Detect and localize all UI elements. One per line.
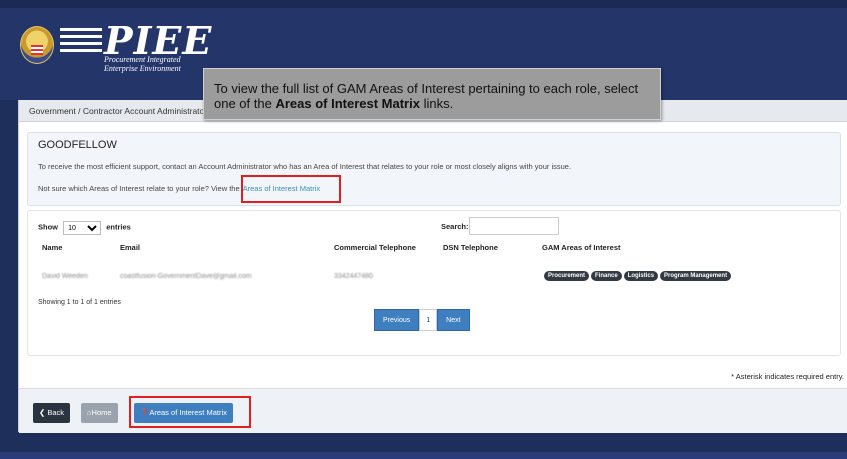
page-1-button[interactable]: 1 bbox=[419, 309, 438, 331]
tooltip-bold-text: Areas of Interest Matrix bbox=[275, 96, 420, 111]
tooltip-text-after: links. bbox=[419, 96, 454, 111]
support-instruction-text: To receive the most efficient support, c… bbox=[38, 162, 572, 171]
goodfellow-title: GOODFELLOW bbox=[38, 139, 117, 151]
back-button[interactable]: ❮ Back bbox=[33, 403, 71, 423]
search-label: Search: bbox=[441, 222, 469, 231]
main-panel: Government / Contractor Account Administ… bbox=[18, 100, 847, 433]
row-email[interactable]: coastfusion-GovernmentDave@gmail.com bbox=[120, 273, 252, 280]
home-label: Home bbox=[91, 408, 112, 417]
showing-entries-text: Showing 1 to 1 of 1 entries bbox=[38, 299, 121, 306]
flag-shield-icon bbox=[31, 45, 43, 55]
show-label: Show bbox=[38, 222, 58, 232]
required-entry-note: * Asterisk indicates required entry. bbox=[731, 372, 844, 381]
highlight-matrix-link bbox=[241, 175, 341, 203]
dod-seal-icon bbox=[20, 26, 54, 64]
goodfellow-info-box: GOODFELLOW To receive the most efficient… bbox=[27, 132, 841, 206]
show-entries: Show 10 entries bbox=[38, 221, 131, 235]
badge-finance: Finance bbox=[591, 271, 622, 281]
row-name: David Weeden bbox=[42, 273, 88, 280]
search-area: Search: bbox=[441, 217, 559, 235]
home-button[interactable]: ⌂Home bbox=[81, 403, 118, 423]
logo-subtitle: Procurement Integrated Enterprise Enviro… bbox=[104, 55, 181, 73]
col-gam-areas[interactable]: GAM Areas of Interest bbox=[542, 243, 621, 252]
col-commercial-telephone[interactable]: Commercial Telephone bbox=[334, 243, 416, 252]
col-name[interactable]: Name bbox=[42, 243, 62, 252]
col-email[interactable]: Email bbox=[120, 243, 140, 252]
logo-lines-icon bbox=[60, 28, 102, 56]
search-input[interactable] bbox=[469, 217, 559, 235]
area-badges: Procurement Finance Logistics Program Ma… bbox=[544, 271, 732, 281]
badge-logistics: Logistics bbox=[623, 271, 659, 281]
matrix-prompt-label: Not sure which Areas of Interest relate … bbox=[38, 184, 240, 193]
footer-bar: ❮ Back ⌂Home ❓Areas of Interest Matrix bbox=[19, 388, 847, 433]
instruction-tooltip: To view the full list of GAM Areas of In… bbox=[203, 68, 661, 120]
previous-button[interactable]: Previous bbox=[374, 309, 420, 331]
badge-procurement: Procurement bbox=[544, 271, 590, 281]
logo-sub-line-1: Procurement Integrated bbox=[104, 55, 181, 64]
entries-select[interactable]: 10 bbox=[63, 221, 102, 235]
highlight-matrix-button bbox=[129, 396, 251, 428]
admin-table-box: Show 10 entries Search: Name Email Comme… bbox=[27, 210, 841, 356]
badge-program-management: Program Management bbox=[660, 271, 732, 281]
logo-sub-line-2: Enterprise Environment bbox=[104, 64, 181, 73]
back-label: Back bbox=[47, 408, 65, 417]
pagination: Previous 1 Next bbox=[374, 309, 470, 331]
entries-label: entries bbox=[106, 222, 131, 232]
next-button[interactable]: Next bbox=[437, 309, 470, 331]
col-dsn-telephone[interactable]: DSN Telephone bbox=[443, 243, 498, 252]
row-phone: 3342447480 bbox=[334, 273, 373, 280]
header-top-stripe bbox=[0, 0, 847, 8]
bottom-strip bbox=[0, 452, 847, 459]
